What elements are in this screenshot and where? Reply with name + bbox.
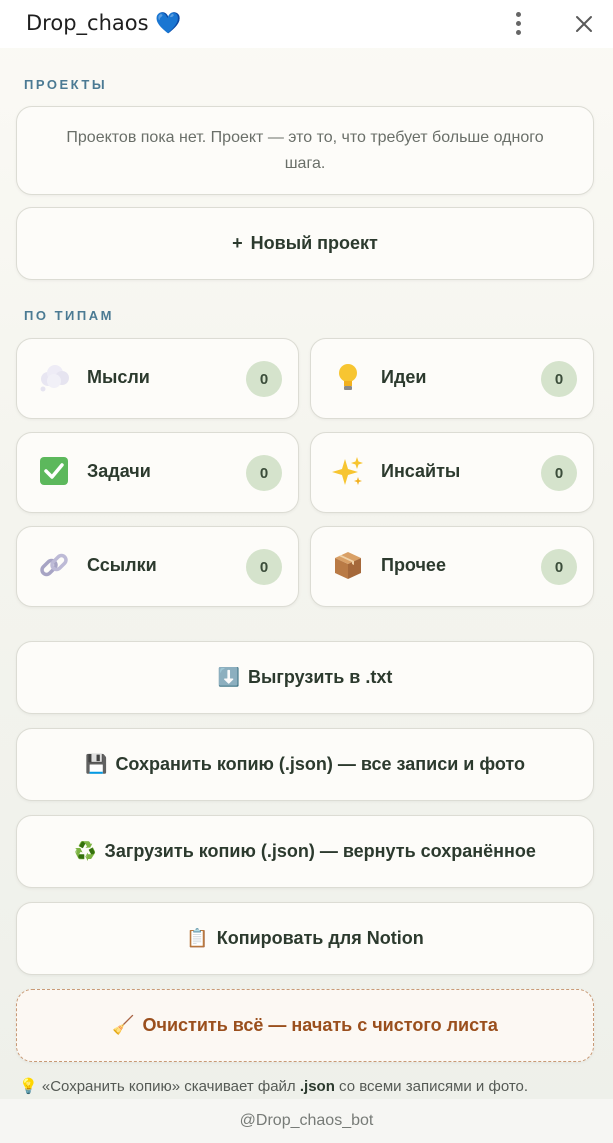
blue-heart-icon: 💙 [155,11,182,35]
count-badge: 0 [541,549,577,585]
app-title: Drop_chaos 💙 [26,11,182,35]
count-badge: 0 [541,455,577,491]
app-header: Drop_chaos 💙 [0,0,613,48]
type-card-tasks[interactable]: Задачи 0 [16,432,299,513]
type-card-links[interactable]: Ссылки 0 [16,526,299,607]
save-hint: 💡 «Сохранить копию» скачивает файл .json… [19,1078,529,1095]
count-badge: 0 [541,361,577,397]
recycle-icon: ♻️ [74,841,97,861]
type-label: Ссылки [87,555,157,575]
save-json-button[interactable]: 💾 Сохранить копию (.json) — все записи и… [16,728,594,801]
projects-empty-text: Проектов пока нет. Проект — это то, что … [66,128,544,172]
thought-cloud-icon [40,365,69,392]
kebab-icon [516,12,521,17]
plus-icon: + [232,233,243,253]
check-box-icon [40,457,68,485]
package-icon [335,552,361,579]
sparkles-icon [332,457,363,485]
clear-all-button[interactable]: 🧹 Очистить всё — начать с чистого листа [16,989,594,1062]
broom-icon: 🧹 [112,1015,135,1035]
type-card-insights[interactable]: Инсайты 0 [310,432,594,513]
export-txt-button[interactable]: ⬇️ Выгрузить в .txt [16,641,594,714]
new-project-label: Новый проект [250,233,378,253]
floppy-disk-icon: 💾 [85,754,108,774]
down-arrow-icon: ⬇️ [217,667,241,687]
new-project-button[interactable]: + Новый проект [16,207,594,280]
type-card-ideas[interactable]: Идеи 0 [310,338,594,419]
lightbulb-icon: 💡 [19,1078,38,1095]
types-section-label: ПО ТИПАМ [24,308,114,323]
kebab-menu-button[interactable] [508,10,530,38]
type-label: Мысли [87,367,150,387]
projects-section-label: ПРОЕКТЫ [24,77,108,92]
link-icon [40,553,68,577]
load-json-button[interactable]: ♻️ Загрузить копию (.json) — вернуть сох… [16,815,594,888]
footer-bot-handle: @Drop_chaos_bot [0,1099,613,1143]
type-label: Инсайты [381,461,461,481]
type-label: Идеи [381,367,427,387]
close-icon [576,16,592,32]
type-card-thoughts[interactable]: Мысли 0 [16,338,299,419]
copy-notion-button[interactable]: 📋 Копировать для Notion [16,902,594,975]
lightbulb-icon [339,364,357,390]
count-badge: 0 [246,455,282,491]
type-label: Задачи [87,461,151,481]
count-badge: 0 [246,361,282,397]
type-label: Прочее [381,555,446,575]
count-badge: 0 [246,549,282,585]
close-button[interactable] [572,12,596,36]
clipboard-icon: 📋 [186,928,209,948]
type-card-other[interactable]: Прочее 0 [310,526,594,607]
